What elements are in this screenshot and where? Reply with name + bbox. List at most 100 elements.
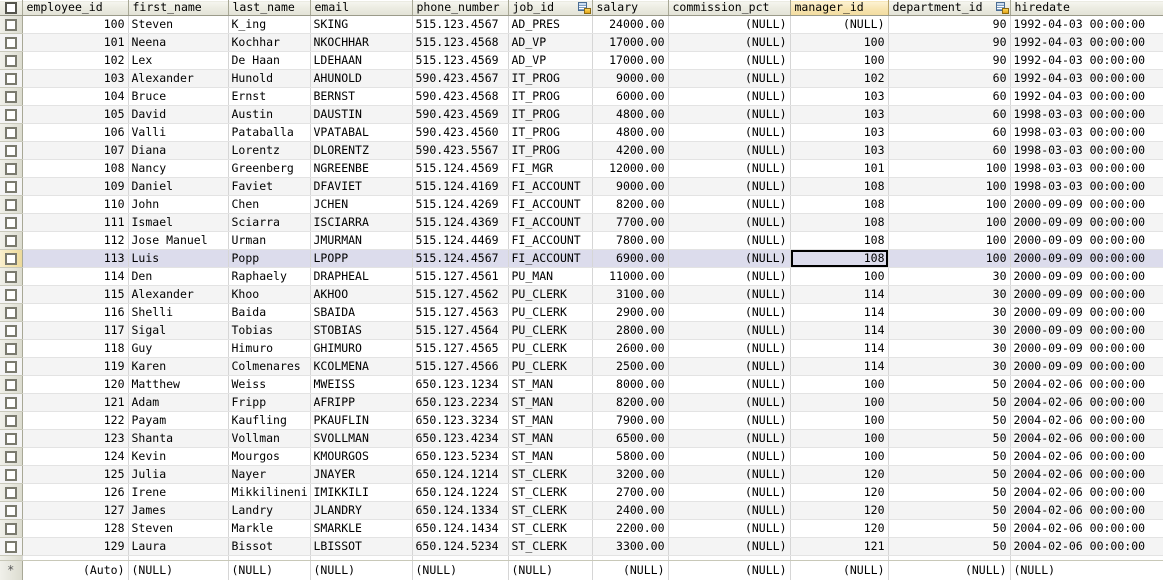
cell-salary[interactable]: 12000.00 — [592, 159, 669, 178]
cell-phone_number[interactable]: 590.423.4569 — [412, 105, 509, 124]
cell-hiredate[interactable]: 2000-09-09 00:00:00 — [1010, 213, 1163, 232]
cell-first_name[interactable]: Jose Manuel — [128, 231, 229, 250]
cell-commission_pct[interactable]: (NULL) — [668, 15, 791, 34]
row-selector[interactable] — [0, 69, 23, 88]
table-row[interactable]: 128 Steven Markle SMARKLE 650.124.1434 ST_CLE… — [0, 519, 1163, 538]
cell-last_name[interactable]: Markle — [228, 519, 311, 538]
cell-last_name[interactable]: Tobias — [228, 321, 311, 340]
cell-first_name[interactable]: Guy — [128, 339, 229, 358]
cell-first_name[interactable]: Bruce — [128, 87, 229, 106]
table-row[interactable]: 116 Shelli Baida SBAIDA 515.127.4563 PU_CLERK… — [0, 303, 1163, 322]
cell-manager_id[interactable]: 114 — [790, 321, 889, 340]
column-header-hiredate[interactable]: hiredate — [1010, 0, 1163, 16]
cell-manager_id[interactable]: 102 — [790, 69, 889, 88]
cell-commission_pct[interactable]: (NULL) — [668, 339, 791, 358]
cell-phone_number[interactable]: 650.124.1214 — [412, 465, 509, 484]
cell-employee_id[interactable]: 121 — [22, 393, 129, 412]
cell-commission_pct[interactable]: (NULL) — [668, 375, 791, 394]
insert-cell-employee_id[interactable]: (Auto) — [22, 560, 129, 580]
cell-job_id[interactable]: IT_PROG — [508, 123, 593, 142]
row-selector[interactable] — [0, 411, 23, 430]
cell-salary[interactable]: 6900.00 — [592, 249, 669, 268]
cell-manager_id[interactable]: 100 — [790, 267, 889, 286]
checkbox-icon[interactable] — [4, 18, 17, 31]
checkbox-icon[interactable] — [4, 396, 17, 409]
cell-email[interactable]: DAUSTIN — [310, 105, 413, 124]
row-selector[interactable] — [0, 537, 23, 556]
cell-email[interactable]: DLORENTZ — [310, 141, 413, 160]
table-row[interactable]: 107 Diana Lorentz DLORENTZ 590.423.5567 IT_PR… — [0, 141, 1163, 160]
cell-first_name[interactable]: John — [128, 195, 229, 214]
cell-job_id[interactable]: IT_PROG — [508, 141, 593, 160]
checkbox-icon[interactable] — [4, 54, 17, 67]
cell-commission_pct[interactable]: (NULL) — [668, 177, 791, 196]
cell-email[interactable]: AKHOO — [310, 285, 413, 304]
cell-department_id[interactable]: 100 — [888, 195, 1011, 214]
row-selector[interactable] — [0, 249, 23, 268]
cell-salary[interactable]: 6500.00 — [592, 429, 669, 448]
cell-employee_id[interactable]: 102 — [22, 51, 129, 70]
column-header-department_id[interactable]: department_id — [888, 0, 1011, 16]
cell-commission_pct[interactable]: (NULL) — [668, 411, 791, 430]
cell-email[interactable]: SBAIDA — [310, 303, 413, 322]
cell-phone_number[interactable]: 590.423.5567 — [412, 141, 509, 160]
checkbox-icon[interactable] — [4, 540, 17, 553]
cell-manager_id[interactable]: 121 — [790, 537, 889, 556]
checkbox-icon[interactable] — [4, 324, 17, 337]
cell-commission_pct[interactable]: (NULL) — [668, 429, 791, 448]
cell-email[interactable]: STOBIAS — [310, 321, 413, 340]
cell-hiredate[interactable]: 1998-03-03 00:00:00 — [1010, 141, 1163, 160]
row-selector[interactable] — [0, 375, 23, 394]
cell-phone_number[interactable]: 515.127.4564 — [412, 321, 509, 340]
cell-first_name[interactable]: Payam — [128, 411, 229, 430]
checkbox-icon[interactable] — [4, 504, 17, 517]
cell-email[interactable]: AFRIPP — [310, 393, 413, 412]
cell-last_name[interactable]: Baida — [228, 303, 311, 322]
cell-hiredate[interactable]: 2004-02-06 00:00:00 — [1010, 393, 1163, 412]
cell-email[interactable]: AHUNOLD — [310, 69, 413, 88]
row-selector[interactable] — [0, 231, 23, 250]
row-selector[interactable] — [0, 465, 23, 484]
cell-commission_pct[interactable]: (NULL) — [668, 123, 791, 142]
cell-last_name[interactable]: Vollman — [228, 429, 311, 448]
row-selector[interactable] — [0, 519, 23, 538]
cell-job_id[interactable]: ST_MAN — [508, 411, 593, 430]
cell-employee_id[interactable]: 105 — [22, 105, 129, 124]
cell-hiredate[interactable]: 2000-09-09 00:00:00 — [1010, 357, 1163, 376]
cell-department_id[interactable]: 50 — [888, 375, 1011, 394]
cell-email[interactable]: LDEHAAN — [310, 51, 413, 70]
checkbox-icon[interactable] — [4, 468, 17, 481]
cell-department_id[interactable]: 100 — [888, 177, 1011, 196]
cell-last_name[interactable]: Faviet — [228, 177, 311, 196]
checkbox-icon[interactable] — [4, 126, 17, 139]
cell-commission_pct[interactable]: (NULL) — [668, 519, 791, 538]
cell-last_name[interactable]: Pataballa — [228, 123, 311, 142]
cell-commission_pct[interactable]: (NULL) — [668, 231, 791, 250]
checkbox-icon[interactable] — [4, 414, 17, 427]
cell-salary[interactable]: 9000.00 — [592, 69, 669, 88]
cell-email[interactable]: BERNST — [310, 87, 413, 106]
cell-first_name[interactable]: Shanta — [128, 429, 229, 448]
cell-last_name[interactable]: Ernst — [228, 87, 311, 106]
cell-phone_number[interactable]: 515.124.4169 — [412, 177, 509, 196]
column-header-email[interactable]: email — [310, 0, 413, 16]
cell-phone_number[interactable]: 650.123.4234 — [412, 429, 509, 448]
cell-first_name[interactable]: Nancy — [128, 159, 229, 178]
cell-manager_id[interactable]: 120 — [790, 483, 889, 502]
cell-phone_number[interactable]: 515.124.4569 — [412, 159, 509, 178]
cell-first_name[interactable]: Luis — [128, 249, 229, 268]
cell-first_name[interactable]: Neena — [128, 33, 229, 52]
cell-department_id[interactable]: 30 — [888, 339, 1011, 358]
table-row[interactable]: 124 Kevin Mourgos KMOURGOS 650.123.5234 ST_MA… — [0, 447, 1163, 466]
cell-email[interactable]: JNAYER — [310, 465, 413, 484]
row-selector[interactable] — [0, 483, 23, 502]
cell-commission_pct[interactable]: (NULL) — [668, 195, 791, 214]
cell-hiredate[interactable]: 1992-04-03 00:00:00 — [1010, 87, 1163, 106]
cell-first_name[interactable]: Laura — [128, 537, 229, 556]
cell-last_name[interactable]: Weiss — [228, 375, 311, 394]
table-row[interactable]: 110 John Chen JCHEN 515.124.4269 FI_ACCOUNT 82… — [0, 195, 1163, 214]
cell-hiredate[interactable]: 2004-02-06 00:00:00 — [1010, 519, 1163, 538]
cell-job_id[interactable]: FI_ACCOUNT — [508, 195, 593, 214]
column-header-first_name[interactable]: first_name — [128, 0, 229, 16]
cell-manager_id[interactable]: 114 — [790, 357, 889, 376]
